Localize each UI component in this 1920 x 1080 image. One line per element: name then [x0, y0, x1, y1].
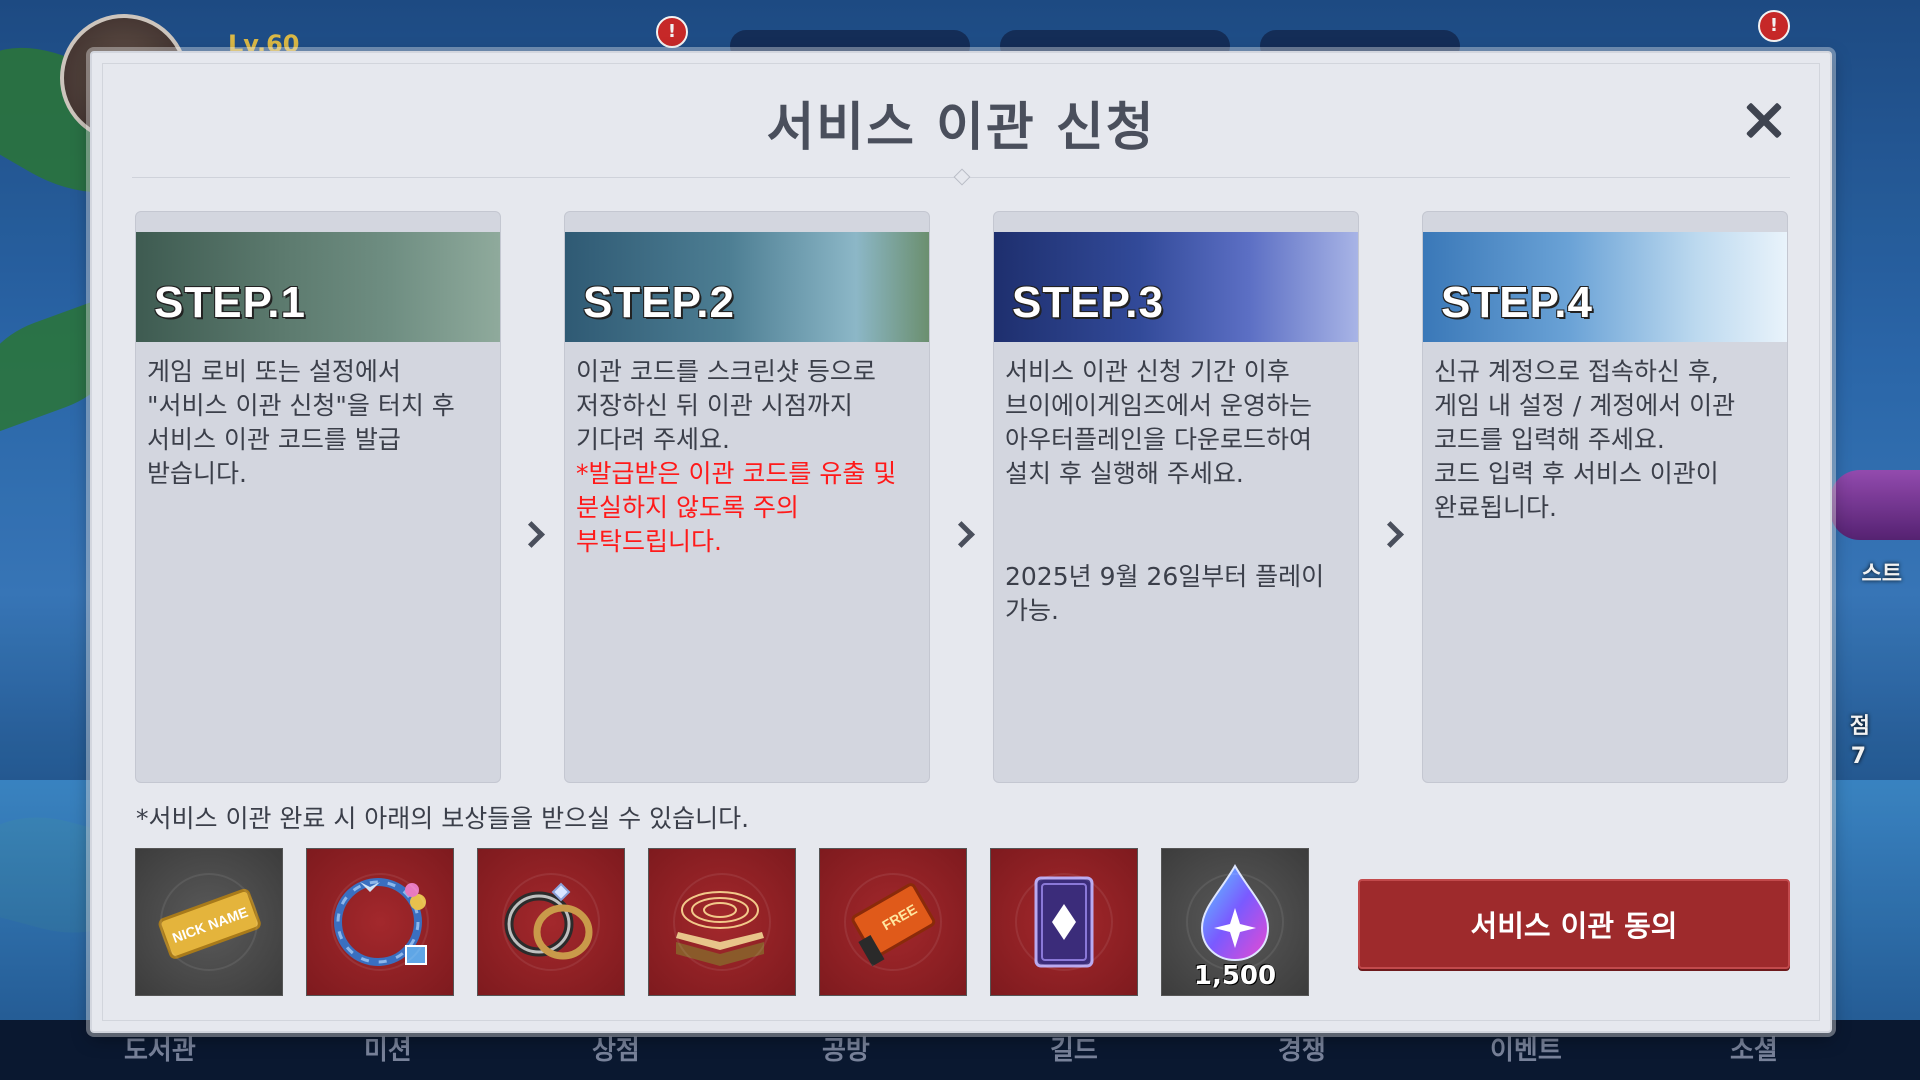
reward-item[interactable]: NICK NAME [135, 848, 283, 996]
reward-item[interactable]: 1,500 [1161, 848, 1309, 996]
step-banner: STEP.4 [1423, 232, 1787, 342]
dialog-title: 서비스 이관 신청 [766, 98, 1156, 158]
reward-ring [331, 873, 429, 971]
step-banner: STEP.2 [565, 232, 929, 342]
reward-quantity: 1,500 [1193, 961, 1277, 991]
agree-button[interactable]: 서비스 이관 동의 [1358, 879, 1790, 969]
step-card-4: STEP.4 신규 계정으로 접속하신 후, 게임 내 설정 / 계정에서 이관… [1422, 211, 1788, 783]
step-banner: STEP.1 [136, 232, 500, 342]
step-note: 2025년 9월 26일부터 플레이 가능. [1005, 562, 1325, 625]
reward-ring [1186, 873, 1284, 971]
chevron-right-icon [952, 523, 970, 541]
step-label: STEP.4 [1441, 278, 1593, 327]
service-transfer-dialog: 서비스 이관 신청 STEP.1 게임 로비 또는 설정에서 "서비스 이관 신… [90, 51, 1832, 1033]
reward-item[interactable] [477, 848, 625, 996]
step-card-1: STEP.1 게임 로비 또는 설정에서 "서비스 이관 신청"을 터치 후 서… [135, 211, 501, 783]
reward-ring [1015, 873, 1113, 971]
reward-note: *서비스 이관 완료 시 아래의 보상들을 받으실 수 있습니다. [136, 804, 750, 833]
chevron-right-icon [522, 523, 540, 541]
step-card-3: STEP.3 서비스 이관 신청 기간 이후 브이에이게임즈에서 운영하는 아우… [993, 211, 1359, 783]
step-description: 신규 계정으로 접속하신 후, 게임 내 설정 / 계정에서 이관 코드를 입력… [1434, 357, 1736, 522]
step-description: 서비스 이관 신청 기간 이후 브이에이게임즈에서 운영하는 아우터플레인을 다… [1005, 357, 1312, 488]
step-description: 게임 로비 또는 설정에서 "서비스 이관 신청"을 터치 후 서비스 이관 코… [147, 357, 455, 488]
step-card-2: STEP.2 이관 코드를 스크린샷 등으로 저장하신 뒤 이관 시점까지 기다… [564, 211, 930, 783]
reward-item[interactable] [306, 848, 454, 996]
reward-item[interactable]: FREE [819, 848, 967, 996]
chevron-right-icon [1381, 523, 1399, 541]
step-label: STEP.3 [1012, 278, 1164, 327]
step-warning: *발급받은 이관 코드를 유출 및 분실하지 않도록 주의 부탁드립니다. [576, 459, 897, 556]
reward-ring [844, 873, 942, 971]
reward-ring [673, 873, 771, 971]
reward-item[interactable] [648, 848, 796, 996]
step-text: 이관 코드를 스크린샷 등으로 저장하신 뒤 이관 시점까지 기다려 주세요. [576, 357, 876, 454]
step-banner: STEP.3 [994, 232, 1358, 342]
reward-item[interactable] [990, 848, 1138, 996]
reward-ring [502, 873, 600, 971]
step-label: STEP.2 [583, 278, 735, 327]
reward-ring [160, 873, 258, 971]
step-label: STEP.1 [154, 278, 306, 327]
step-description: 이관 코드를 스크린샷 등으로 저장하신 뒤 이관 시점까지 기다려 주세요. … [576, 355, 919, 559]
divider-ornament [953, 168, 971, 186]
close-icon[interactable] [1738, 95, 1790, 147]
